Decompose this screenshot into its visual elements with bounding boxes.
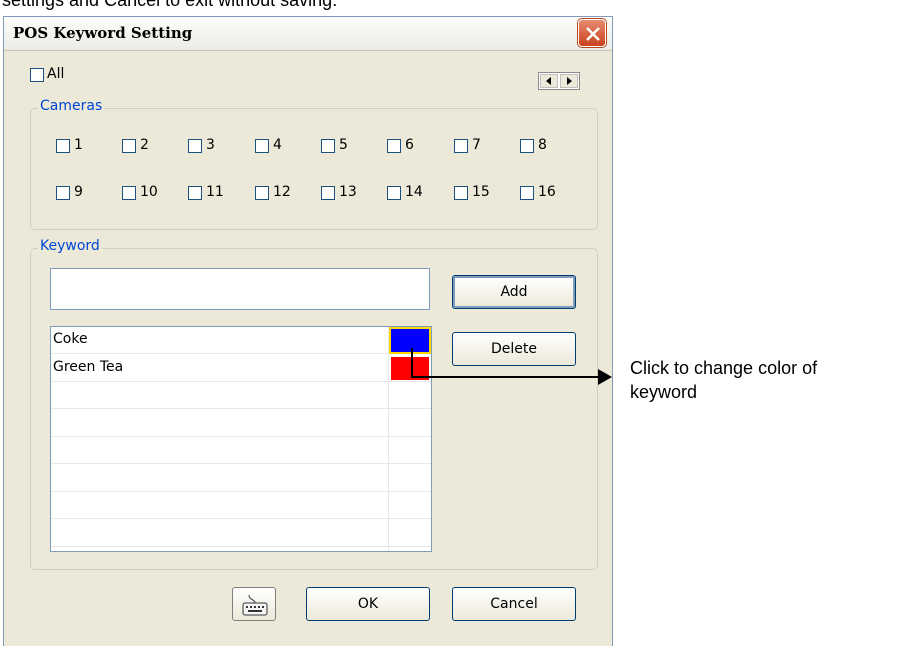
keyword-group-title: Keyword: [38, 238, 102, 254]
camera-checkbox-label: 1: [74, 137, 83, 153]
camera-checkbox-label: 14: [405, 184, 423, 200]
cameras-group: [30, 108, 598, 230]
callout-line-1: Click to change color of: [630, 358, 818, 378]
cancel-button[interactable]: Cancel: [452, 587, 576, 621]
callout-connector: [411, 348, 413, 377]
title-bar: POS Keyword Setting: [4, 17, 612, 51]
callout-text: Click to change color of keyword: [630, 356, 817, 404]
keyboard-icon: [242, 594, 268, 616]
callout-line-2: keyword: [630, 382, 698, 402]
list-item[interactable]: [51, 410, 431, 437]
camera-checkbox-label: 8: [538, 137, 547, 153]
camera-checkbox[interactable]: [56, 139, 70, 153]
camera-checkbox[interactable]: [122, 139, 136, 153]
list-item[interactable]: Green Tea: [51, 355, 431, 382]
camera-checkbox[interactable]: [321, 186, 335, 200]
list-item[interactable]: [51, 437, 431, 464]
ok-button[interactable]: OK: [306, 587, 430, 621]
camera-checkbox[interactable]: [387, 139, 401, 153]
scroll-right-button[interactable]: [560, 74, 578, 88]
camera-checkbox-label: 16: [538, 184, 556, 200]
camera-checkbox-label: 5: [339, 137, 348, 153]
camera-checkbox[interactable]: [122, 186, 136, 200]
camera-checkbox[interactable]: [188, 139, 202, 153]
add-button[interactable]: Add: [452, 275, 576, 309]
keyword-color-swatch[interactable]: [389, 327, 431, 354]
camera-checkbox[interactable]: [520, 186, 534, 200]
camera-checkbox-label: 9: [74, 184, 83, 200]
camera-checkbox-label: 15: [472, 184, 490, 200]
camera-checkbox[interactable]: [255, 139, 269, 153]
keyword-text: Coke: [53, 331, 88, 347]
list-item[interactable]: [51, 492, 431, 519]
window-title: POS Keyword Setting: [13, 24, 193, 42]
camera-checkbox[interactable]: [321, 139, 335, 153]
scroll-left-button[interactable]: [540, 74, 558, 88]
camera-checkbox-label: 4: [273, 137, 282, 153]
close-button[interactable]: [578, 19, 606, 47]
delete-button[interactable]: Delete: [452, 332, 576, 366]
camera-checkbox-label: 10: [140, 184, 158, 200]
list-item[interactable]: [51, 465, 431, 492]
close-icon: [586, 27, 600, 41]
camera-checkbox-label: 3: [206, 137, 215, 153]
camera-checkbox[interactable]: [454, 186, 468, 200]
cameras-group-title: Cameras: [38, 98, 105, 114]
camera-checkbox-label: 6: [405, 137, 414, 153]
arrow-right-icon: [598, 369, 612, 385]
camera-checkbox-label: 2: [140, 137, 149, 153]
keyword-list: Coke Green Tea: [50, 326, 432, 552]
camera-checkbox[interactable]: [387, 186, 401, 200]
callout-arrow-line: [411, 376, 607, 378]
camera-checkbox[interactable]: [188, 186, 202, 200]
all-checkbox-label: All: [47, 66, 65, 82]
camera-checkbox-label: 11: [206, 184, 224, 200]
keyword-text: Green Tea: [53, 358, 124, 375]
camera-checkbox[interactable]: [454, 139, 468, 153]
list-item[interactable]: Coke: [51, 327, 431, 354]
camera-checkbox-label: 12: [273, 184, 291, 200]
list-item[interactable]: [51, 382, 431, 409]
camera-checkbox-label: 7: [472, 137, 481, 153]
top-caption: settings and Cancel to exit without savi…: [2, 0, 338, 10]
camera-checkbox[interactable]: [255, 186, 269, 200]
chevron-right-icon: [567, 77, 572, 85]
camera-checkbox-label: 13: [339, 184, 357, 200]
all-checkbox[interactable]: [30, 68, 44, 82]
chevron-left-icon: [546, 77, 551, 85]
camera-checkbox[interactable]: [520, 139, 534, 153]
keyword-input[interactable]: [50, 268, 430, 310]
list-item[interactable]: [51, 520, 431, 547]
camera-checkbox[interactable]: [56, 186, 70, 200]
camera-page-scroller: [538, 72, 580, 90]
keyboard-button[interactable]: [232, 587, 276, 621]
